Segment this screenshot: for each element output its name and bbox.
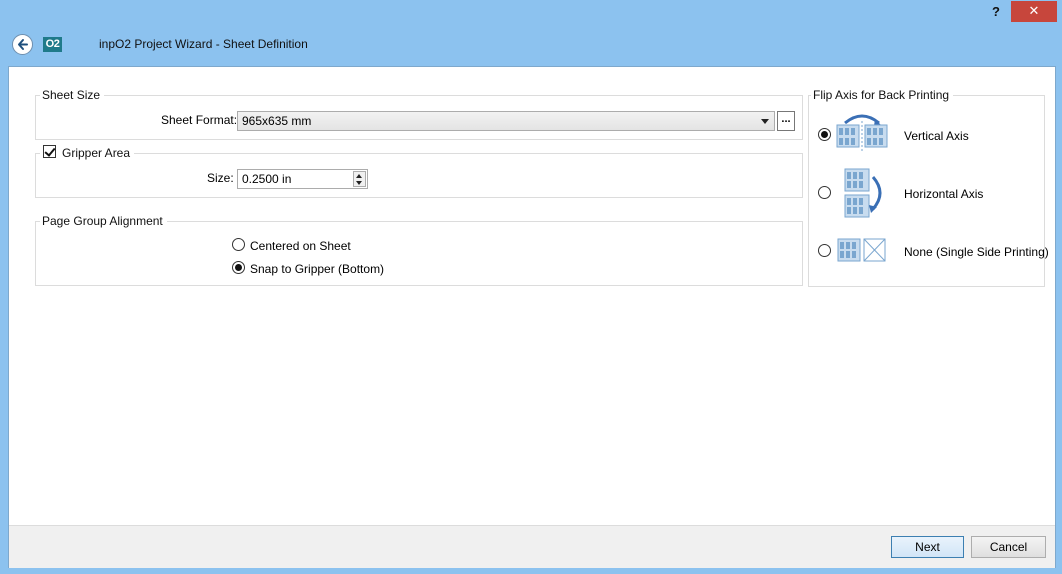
spin-up-icon[interactable] [356,174,362,178]
snap-to-gripper-label[interactable]: Snap to Gripper (Bottom) [250,262,384,276]
back-button[interactable] [12,34,33,55]
vertical-flip-icon [836,114,888,151]
no-flip-radio[interactable] [818,244,831,257]
horizontal-flip-icon [844,168,882,218]
window-title: inpO2 Project Wizard - Sheet Definition [99,37,308,51]
chevron-down-icon [761,119,769,124]
page-group-alignment-legend: Page Group Alignment [42,214,163,228]
centered-on-sheet-label[interactable]: Centered on Sheet [250,239,351,253]
spin-down-icon[interactable] [356,181,362,185]
title-bar: ? ✕ O2 inpO2 Project Wizard - Sheet Defi… [0,0,1062,66]
vertical-axis-radio[interactable] [818,128,831,141]
centered-on-sheet-radio[interactable] [232,238,245,251]
close-button[interactable]: ✕ [1011,1,1057,22]
wizard-content: Sheet Size Sheet Format: 965x635 mm ... … [8,66,1056,568]
gripper-size-input[interactable]: 0.2500 in [237,169,368,189]
vertical-axis-label[interactable]: Vertical Axis [904,129,969,143]
sheet-size-legend: Sheet Size [42,88,101,102]
sheet-format-browse-button[interactable]: ... [777,111,795,131]
sheet-format-select[interactable]: 965x635 mm [237,111,775,131]
gripper-area-group: Gripper Area [35,146,803,198]
gripper-size-value: 0.2500 in [242,172,292,186]
single-side-icon [837,238,886,262]
sheet-format-value: 965x635 mm [242,114,312,128]
cancel-button[interactable]: Cancel [971,536,1046,558]
horizontal-axis-radio[interactable] [818,186,831,199]
back-arrow-icon [18,39,28,50]
flip-axis-legend: Flip Axis for Back Printing [813,88,950,102]
gripper-area-checkbox[interactable] [43,145,56,158]
wizard-window: ? ✕ O2 inpO2 Project Wizard - Sheet Defi… [0,0,1062,574]
sheet-format-label: Sheet Format: [161,113,238,127]
no-flip-label[interactable]: None (Single Side Printing) [904,245,1049,259]
app-logo: O2 [43,37,62,52]
help-button[interactable]: ? [984,2,1008,22]
footer-bar: Next Cancel [9,525,1055,568]
horizontal-axis-label[interactable]: Horizontal Axis [904,187,983,201]
gripper-size-stepper[interactable] [353,171,366,187]
gripper-size-label: Size: [207,171,234,185]
next-button[interactable]: Next [891,536,964,558]
page-group-alignment-group: Page Group Alignment [35,214,803,286]
snap-to-gripper-radio[interactable] [232,261,245,274]
